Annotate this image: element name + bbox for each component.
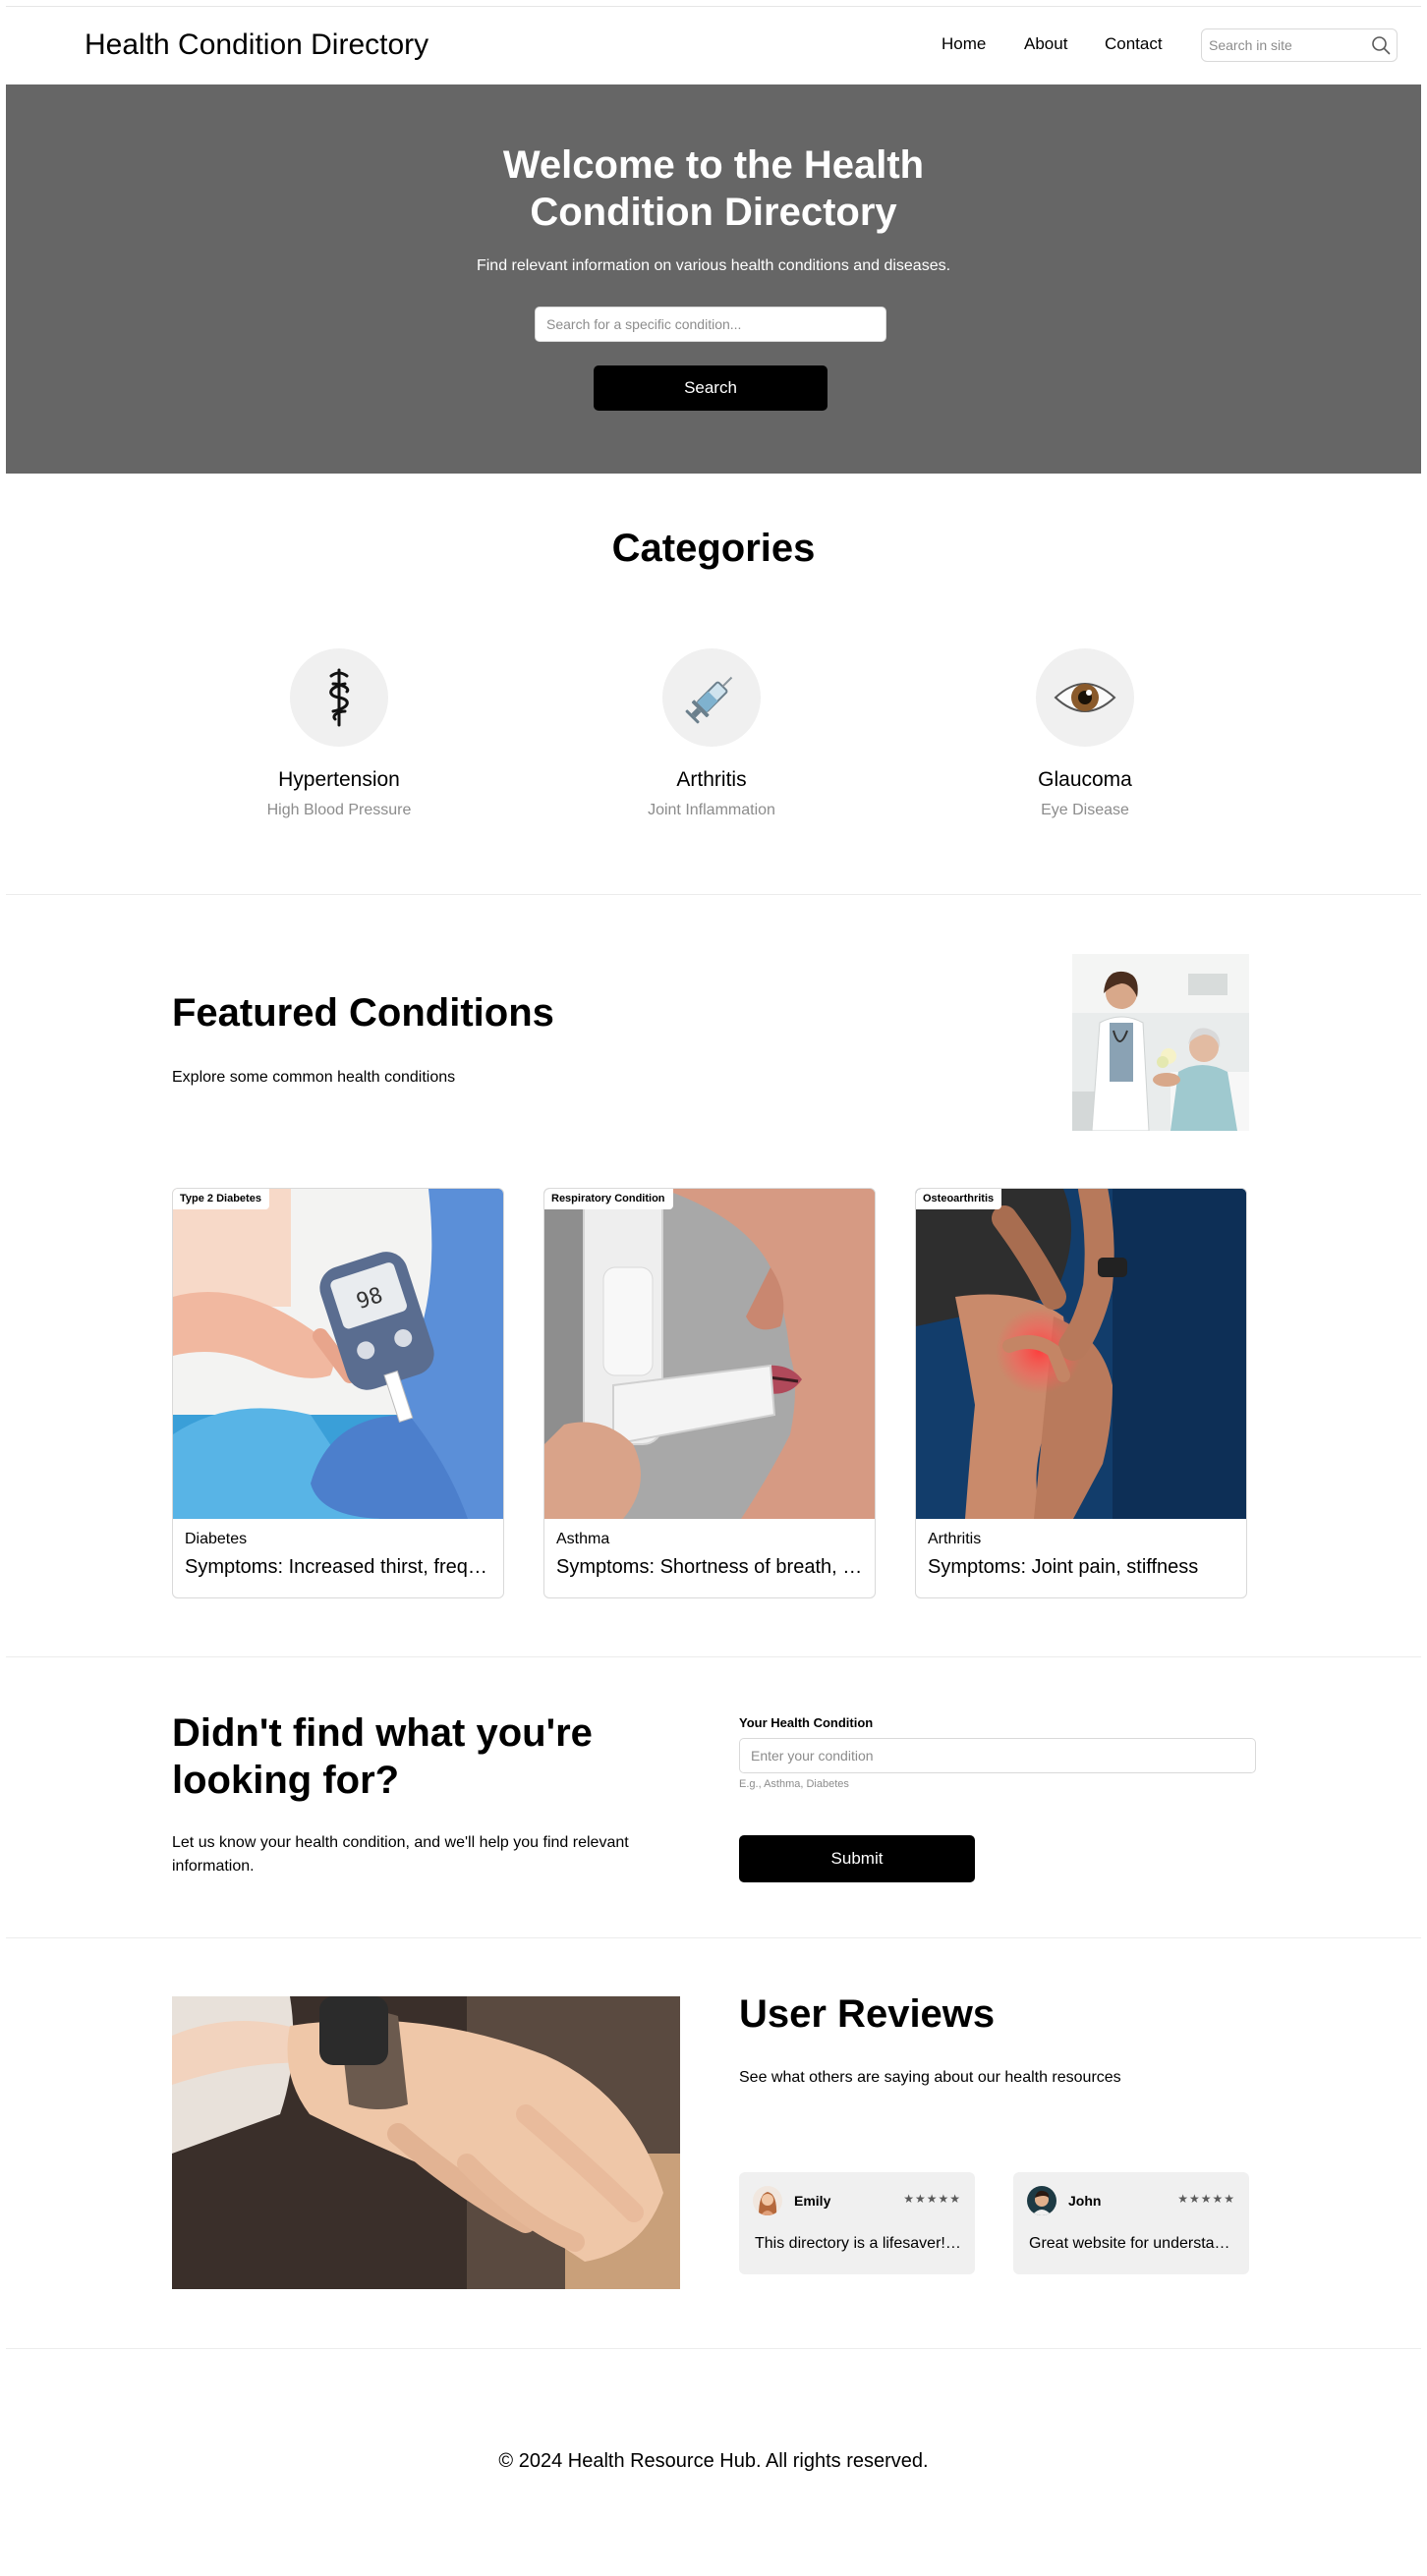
request-subtitle: Let us know your health condition, and w… xyxy=(172,1834,629,1875)
hero-subtitle: Find relevant information on various hea… xyxy=(476,257,951,274)
review-text: Great website for understanding health c… xyxy=(1029,2235,1237,2252)
reviewer-name: Emily xyxy=(794,2193,831,2209)
caduceus-icon xyxy=(319,666,359,734)
section-divider xyxy=(6,1937,1421,1938)
category-hypertension-icon-circle[interactable] xyxy=(290,648,388,747)
category-arthritis-desc: Joint Inflammation xyxy=(648,802,775,818)
review-card: Emily ★★★★★ This directory is a lifesave… xyxy=(739,2172,975,2274)
category-glaucoma-desc: Eye Disease xyxy=(1041,802,1129,818)
search-button[interactable]: Search xyxy=(594,365,828,411)
hero-section: Welcome to the Health Condition Director… xyxy=(6,84,1421,474)
category-arthritis-icon-circle[interactable] xyxy=(662,648,761,747)
arthritis-image xyxy=(916,1189,1246,1519)
site-title[interactable]: Health Condition Directory xyxy=(85,28,428,62)
reviews-subtitle: See what others are saying about our hea… xyxy=(739,2069,1121,2086)
section-divider xyxy=(6,894,1421,895)
asthma-image xyxy=(544,1189,875,1519)
reviewer-name: John xyxy=(1068,2193,1102,2209)
star-rating: ★★★★★ xyxy=(903,2192,961,2206)
condition-card-arthritis[interactable]: Osteoarthritis Arthritis Symptoms: Joint… xyxy=(915,1188,1247,1598)
category-glaucoma-name[interactable]: Glaucoma xyxy=(938,768,1232,792)
card-tag: Osteoarthritis xyxy=(916,1189,1002,1209)
condition-search-input[interactable] xyxy=(535,307,886,342)
condition-card-asthma[interactable]: Respiratory Condition Asthma Symptoms: S… xyxy=(543,1188,876,1598)
eye-icon xyxy=(1053,676,1117,724)
card-symptoms: Symptoms: Shortness of breath, wheezing xyxy=(556,1556,866,1578)
nav-about[interactable]: About xyxy=(1024,34,1067,54)
card-tag: Respiratory Condition xyxy=(544,1189,673,1209)
section-divider xyxy=(6,1656,1421,1657)
footer-copyright: © 2024 Health Resource Hub. All rights r… xyxy=(498,2450,929,2472)
category-glaucoma-icon-circle[interactable] xyxy=(1036,648,1134,747)
condition-field[interactable] xyxy=(739,1738,1256,1773)
section-divider xyxy=(6,2348,1421,2349)
site-search-box xyxy=(1201,28,1398,62)
site-search-input[interactable] xyxy=(1202,29,1366,61)
condition-card-diabetes[interactable]: 98 Type 2 Diabetes Diabetes Symptoms: In… xyxy=(172,1188,504,1598)
card-title: Diabetes xyxy=(185,1531,248,1547)
review-card: John ★★★★★ Great website for understandi… xyxy=(1013,2172,1249,2274)
star-rating: ★★★★★ xyxy=(1177,2192,1235,2206)
categories-heading: Categories xyxy=(611,527,816,570)
reviews-heading: User Reviews xyxy=(739,1992,996,2036)
card-title: Arthritis xyxy=(928,1531,982,1547)
search-icon[interactable] xyxy=(1370,34,1392,56)
doctor-patient-image xyxy=(1072,954,1249,1131)
card-symptoms: Symptoms: Joint pain, stiffness xyxy=(928,1556,1199,1578)
diabetes-image: 98 xyxy=(173,1189,503,1519)
request-heading: Didn't find what you're looking for? xyxy=(172,1711,593,1802)
nav-contact[interactable]: Contact xyxy=(1105,34,1163,54)
avatar xyxy=(1027,2186,1056,2215)
submit-button[interactable]: Submit xyxy=(739,1835,975,1882)
syringe-icon xyxy=(682,668,741,732)
page: Health Condition Directory Home About Co… xyxy=(6,6,1421,2570)
category-hypertension-desc: High Blood Pressure xyxy=(266,802,412,818)
featured-heading: Featured Conditions xyxy=(172,991,554,1035)
review-text: This directory is a lifesaver! I found e… xyxy=(755,2235,963,2252)
nav-home[interactable]: Home xyxy=(942,34,986,54)
category-hypertension-name[interactable]: Hypertension xyxy=(192,768,486,792)
condition-field-help: E.g., Asthma, Diabetes xyxy=(739,1778,849,1790)
category-arthritis-name[interactable]: Arthritis xyxy=(564,768,859,792)
card-symptoms: Symptoms: Increased thirst, frequent uri… xyxy=(185,1556,494,1578)
condition-field-label: Your Health Condition xyxy=(739,1715,874,1730)
avatar xyxy=(753,2186,782,2215)
hero-title: Welcome to the Health Condition Director… xyxy=(502,143,925,234)
smartwatch-image xyxy=(172,1996,680,2289)
site-header: Health Condition Directory Home About Co… xyxy=(6,6,1421,86)
featured-subtitle: Explore some common health conditions xyxy=(172,1069,456,1086)
card-title: Asthma xyxy=(556,1531,610,1547)
card-tag: Type 2 Diabetes xyxy=(173,1189,269,1209)
